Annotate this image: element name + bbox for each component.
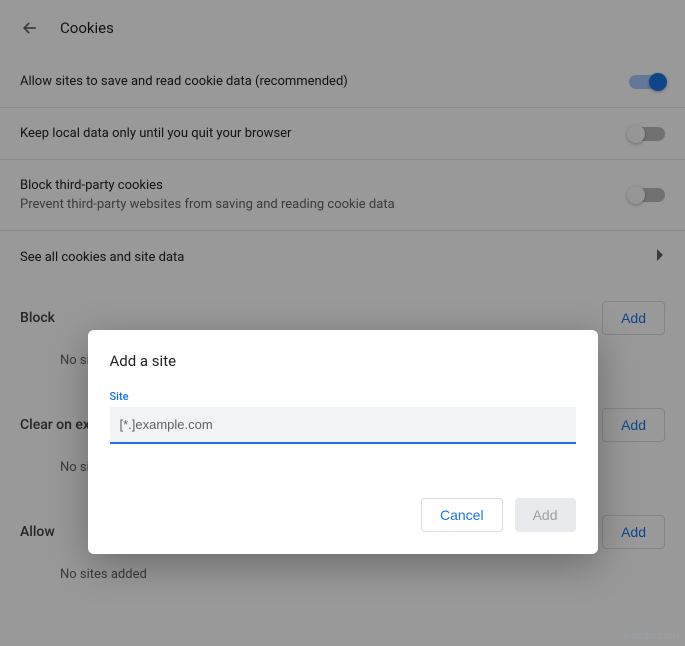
dialog-title: Add a site bbox=[110, 352, 576, 370]
cancel-button[interactable]: Cancel bbox=[421, 498, 503, 532]
add-button[interactable]: Add bbox=[515, 498, 576, 532]
watermark-text: wsxdn.com bbox=[623, 629, 679, 642]
dialog-field-label: Site bbox=[110, 390, 576, 403]
add-site-dialog: Add a site Site Cancel Add bbox=[88, 330, 598, 554]
site-input[interactable] bbox=[110, 407, 576, 444]
modal-scrim: Add a site Site Cancel Add bbox=[0, 0, 685, 646]
